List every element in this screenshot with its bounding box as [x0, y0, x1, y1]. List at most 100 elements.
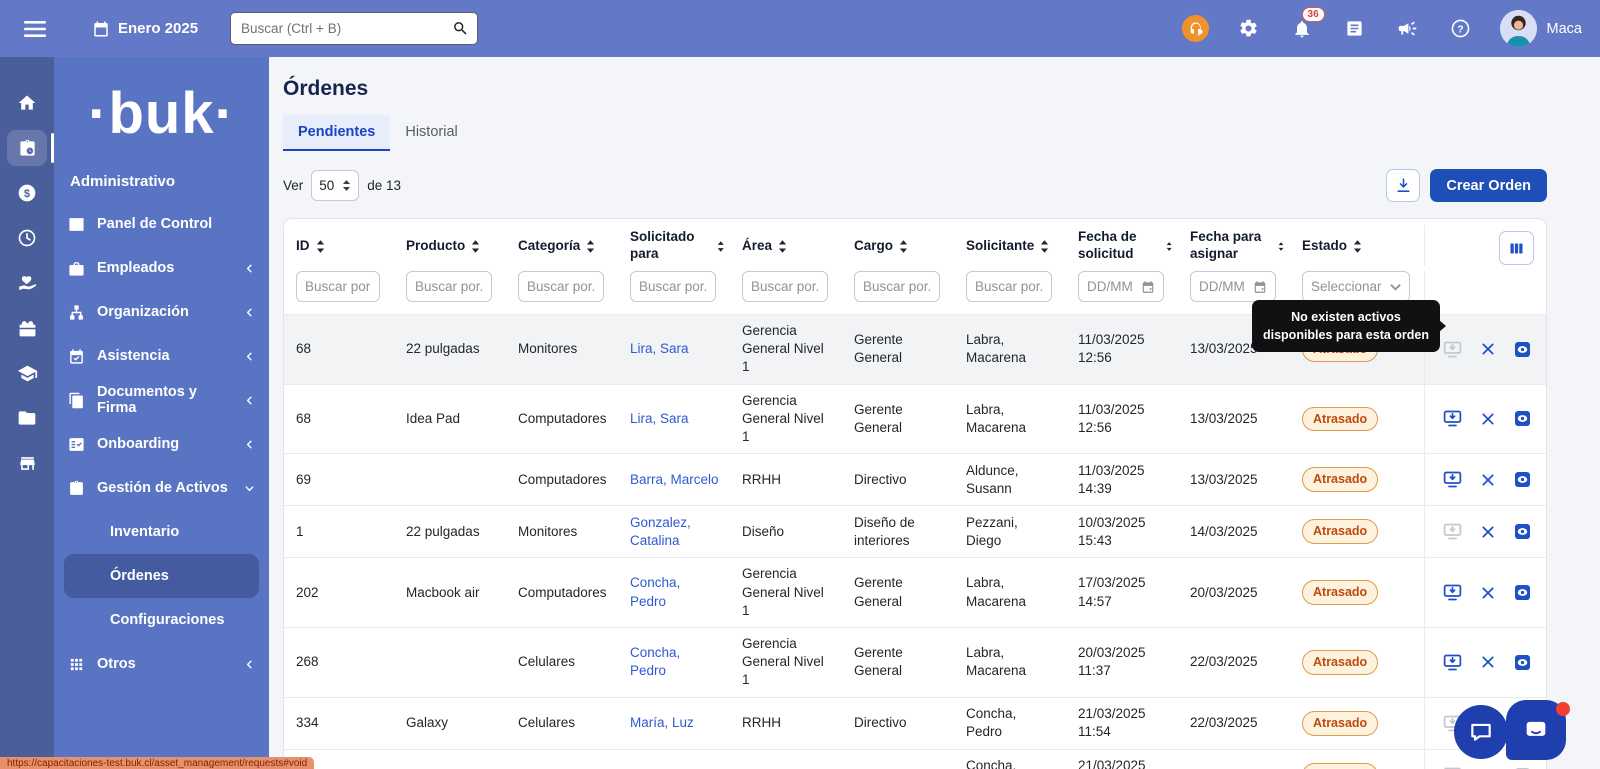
filter-id-input[interactable] — [296, 271, 380, 302]
support-button[interactable] — [1182, 15, 1210, 43]
assign-asset-icon[interactable] — [1442, 765, 1463, 769]
view-order-icon[interactable] — [1513, 340, 1532, 359]
rail-remunerations-button[interactable]: $ — [7, 175, 47, 211]
filter-producto-input[interactable] — [406, 271, 492, 302]
table-row[interactable]: 69 Computadores Barra, Marcelo RRHH Dire… — [284, 453, 1546, 505]
cell-solicitado-link[interactable]: Lira, Sara — [618, 403, 730, 435]
sidebar-item-asistencia[interactable]: Asistencia — [54, 334, 269, 378]
pagesize-select[interactable]: 50 — [311, 170, 359, 201]
table-row[interactable]: 1 22 pulgadas Monitores Gonzalez, Catali… — [284, 505, 1546, 557]
messenger-widget-button[interactable] — [1506, 700, 1566, 760]
column-header-fecha-solicitud[interactable]: Fecha de solicitud — [1066, 229, 1178, 263]
filter-solicitante-input[interactable] — [966, 271, 1052, 302]
assign-asset-icon[interactable] — [1442, 582, 1463, 603]
announcements-button[interactable] — [1394, 15, 1422, 43]
status-badge: Atrasado — [1302, 467, 1378, 492]
table-row[interactable]: 334 22 pulgadas Monitores María, Luz RRH… — [284, 749, 1546, 769]
rail-attendance-button[interactable] — [7, 220, 47, 256]
table-row[interactable]: 268 Celulares Concha, Pedro Gerencia Gen… — [284, 627, 1546, 697]
sidebar-item-onboarding[interactable]: Onboarding — [54, 422, 269, 466]
table-row[interactable]: 334 Galaxy Celulares María, Luz RRHH Dir… — [284, 697, 1546, 749]
column-header-fecha-asignar[interactable]: Fecha para asignar — [1178, 229, 1290, 263]
rail-asset-management-button[interactable] — [7, 130, 47, 166]
sidebar-subitem-inventario[interactable]: Inventario — [64, 510, 259, 554]
column-header-solicitado-para[interactable]: Solicitado para — [618, 229, 730, 263]
pagesize-value: 50 — [319, 178, 334, 193]
rail-marketplace-button[interactable] — [7, 445, 47, 481]
cancel-order-icon[interactable] — [1480, 472, 1496, 488]
cell-solicitado-link[interactable]: Gonzalez, Catalina — [618, 507, 730, 557]
assign-asset-icon[interactable] — [1442, 339, 1463, 360]
filter-solicitado-input[interactable] — [630, 271, 716, 302]
cell-solicitado-link[interactable]: Barra, Marcelo — [618, 464, 730, 496]
rail-gifts-button[interactable] — [7, 310, 47, 346]
rail-benefits-button[interactable] — [7, 265, 47, 301]
cell-solicitado-link[interactable]: María, Luz — [618, 759, 730, 769]
rail-training-button[interactable] — [7, 355, 47, 391]
filter-area-input[interactable] — [742, 271, 828, 302]
sidebar-item-documentos-y-firma[interactable]: Documentos y Firma — [54, 378, 269, 422]
cancel-order-icon[interactable] — [1480, 585, 1496, 601]
column-header-id[interactable]: ID — [284, 238, 394, 255]
cancel-order-icon[interactable] — [1480, 524, 1496, 540]
column-header-solicitante[interactable]: Solicitante — [954, 238, 1066, 255]
rail-documents-button[interactable] — [7, 400, 47, 436]
export-button[interactable] — [1386, 169, 1420, 202]
dashboard-icon — [68, 216, 85, 233]
assign-asset-icon[interactable] — [1442, 521, 1463, 542]
assign-asset-icon[interactable] — [1442, 469, 1463, 490]
badge-icon — [68, 260, 85, 277]
column-header-categoria[interactable]: Categoría — [506, 238, 618, 255]
sidebar-subitem-configuraciones[interactable]: Configuraciones — [64, 598, 259, 642]
column-header-cargo[interactable]: Cargo — [842, 238, 954, 255]
cell-solicitado-link[interactable]: Lira, Sara — [618, 333, 730, 365]
menu-toggle-button[interactable] — [18, 12, 52, 46]
global-search[interactable] — [230, 12, 478, 45]
view-order-icon[interactable] — [1513, 522, 1532, 541]
view-order-icon[interactable] — [1513, 653, 1532, 672]
sidebar-item-gestion-de-activos[interactable]: Gestión de Activos — [54, 466, 269, 510]
create-order-button[interactable]: Crear Orden — [1430, 169, 1547, 202]
filter-fecha-solicitud-date[interactable]: DD/MM — [1078, 271, 1164, 302]
help-button[interactable]: ? — [1447, 15, 1475, 43]
search-input[interactable] — [241, 21, 452, 36]
changelog-button[interactable] — [1341, 15, 1369, 43]
sidebar-item-organizacion[interactable]: Organización — [54, 290, 269, 334]
table-row[interactable]: 68 Idea Pad Computadores Lira, Sara Gere… — [284, 384, 1546, 454]
svg-text:?: ? — [1457, 23, 1463, 35]
table-row[interactable]: 202 Macbook air Computadores Concha, Ped… — [284, 557, 1546, 627]
tab-pendientes[interactable]: Pendientes — [283, 115, 390, 151]
sidebar-item-panel-de-control[interactable]: Panel de Control — [54, 202, 269, 246]
column-header-estado[interactable]: Estado — [1290, 238, 1424, 255]
cell-solicitado-link[interactable]: Concha, Pedro — [618, 567, 730, 617]
column-header-area[interactable]: Área — [730, 238, 842, 255]
period-selector[interactable]: Enero 2025 — [92, 20, 198, 38]
view-order-icon[interactable] — [1513, 409, 1532, 428]
view-order-icon[interactable] — [1513, 470, 1532, 489]
sidebar-item-empleados[interactable]: Empleados — [54, 246, 269, 290]
cell-solicitado-link[interactable]: María, Luz — [618, 707, 730, 739]
rail-home-button[interactable] — [7, 85, 47, 121]
column-header-producto[interactable]: Producto — [394, 238, 506, 255]
tab-historial[interactable]: Historial — [390, 115, 472, 151]
cell-solicitado-link[interactable]: Concha, Pedro — [618, 637, 730, 687]
filter-estado-select[interactable]: Seleccionar — [1302, 271, 1410, 302]
assign-asset-icon[interactable] — [1442, 408, 1463, 429]
sidebar-item-otros[interactable]: Otros — [54, 642, 269, 686]
assign-asset-icon[interactable] — [1442, 652, 1463, 673]
settings-button[interactable] — [1235, 15, 1263, 43]
cancel-order-icon[interactable] — [1480, 411, 1496, 427]
cancel-order-icon[interactable] — [1480, 654, 1496, 670]
notifications-button[interactable]: 36 — [1288, 15, 1316, 43]
column-picker-button[interactable] — [1499, 231, 1534, 265]
filter-categoria-input[interactable] — [518, 271, 604, 302]
user-menu[interactable]: Maca — [1500, 10, 1582, 47]
cell-categoria: Celulares — [506, 646, 618, 678]
view-order-icon[interactable] — [1513, 766, 1532, 769]
cancel-order-icon[interactable] — [1480, 341, 1496, 357]
chat-widget-button[interactable] — [1454, 705, 1508, 759]
filter-fecha-asignar-date[interactable]: DD/MM — [1190, 271, 1276, 302]
sidebar-subitem-ordenes[interactable]: Órdenes — [64, 554, 259, 598]
view-order-icon[interactable] — [1513, 583, 1532, 602]
filter-cargo-input[interactable] — [854, 271, 940, 302]
